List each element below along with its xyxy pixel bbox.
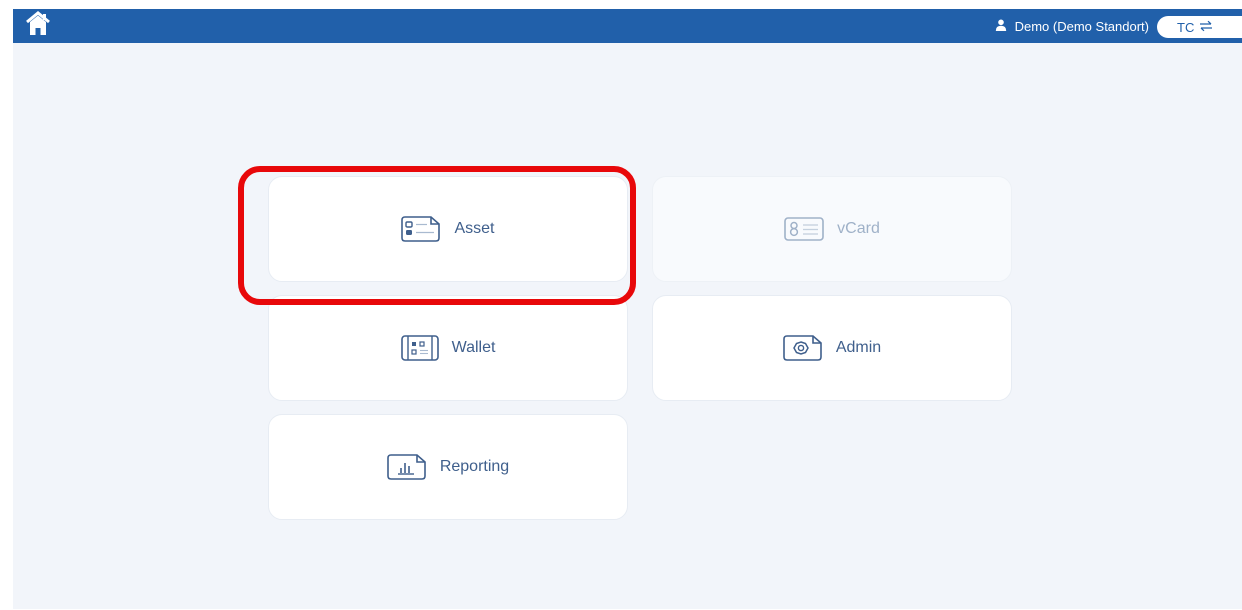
tile-reporting[interactable]: Reporting [268,414,628,520]
vcard-icon [784,217,824,241]
user-name: Demo (Demo Standort) [1014,18,1149,34]
wallet-icon [400,335,439,361]
reporting-chart-icon [387,454,427,480]
home-button[interactable] [23,10,53,42]
tile-wallet-label: Wallet [451,339,496,356]
tile-asset[interactable]: Asset [268,176,628,282]
tile-admin[interactable]: Admin [652,295,1012,401]
tenant-code: TC [1177,19,1195,35]
tile-asset-label: Asset [454,220,495,237]
home-icon [24,10,52,42]
admin-gear-icon [783,335,823,361]
tile-admin-label: Admin [835,339,882,356]
app-window: Demo (Demo Standort) TC Asset vCard Wall… [13,9,1242,609]
tile-vcard-label: vCard [837,220,880,237]
tenant-switch-button[interactable]: TC [1157,16,1242,38]
tile-vcard[interactable]: vCard [652,176,1012,282]
tile-wallet[interactable]: Wallet [268,295,628,401]
asset-card-icon [401,216,441,242]
switch-arrows-icon [1199,20,1213,35]
tile-reporting-label: Reporting [439,458,510,475]
user-info[interactable]: Demo (Demo Standort) [995,9,1149,43]
top-bar: Demo (Demo Standort) [13,9,1242,43]
user-icon [995,19,1007,34]
